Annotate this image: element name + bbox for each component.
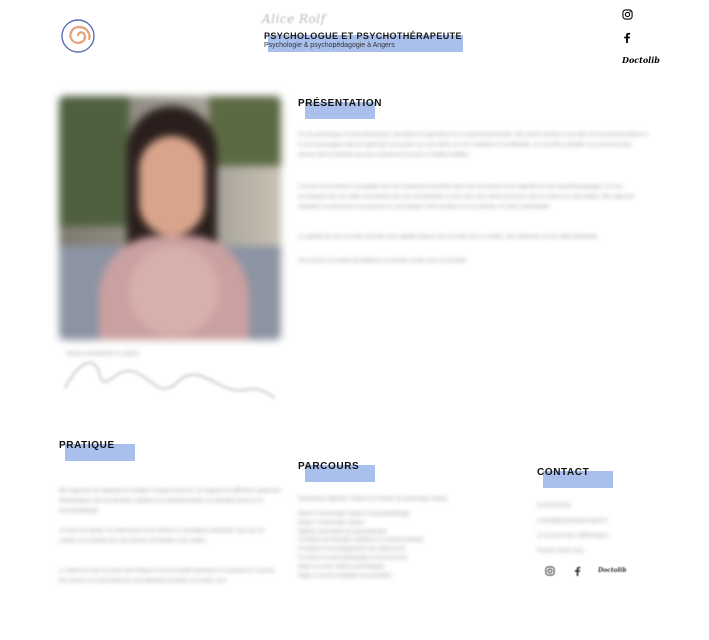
contact-doctolib-link[interactable]: Doctolib xyxy=(598,567,626,574)
parcours-list: Master 2 Psychologie clinique et psychop… xyxy=(298,510,520,580)
page-title: PSYCHOLOGUE ET PSYCHOTHÉRAPEUTE xyxy=(264,31,462,41)
contact-phone[interactable]: 06 00 00 00 00 xyxy=(537,503,570,509)
facebook-icon xyxy=(574,566,580,576)
instagram-icon xyxy=(545,566,555,576)
contact-email[interactable]: contact@psychologue-angers.fr xyxy=(537,518,608,524)
contact-appointment[interactable]: Prendre rendez-vous xyxy=(537,548,584,554)
parcours-item: Formation aux thérapies cognitives et co… xyxy=(298,537,424,544)
parcours-item: Formation à l'accompagnement des adolesc… xyxy=(298,546,406,553)
presentation-paragraph-2: C'est lors de la première consultation q… xyxy=(298,184,635,210)
parcours-title: PARCOURS xyxy=(298,461,360,472)
presentation-paragraph-4: Vous pouvez me joindre par téléphone ou … xyxy=(298,258,467,264)
contact-facebook-link[interactable] xyxy=(570,564,584,578)
parcours-item: Diplôme universitaire de psychothérapie xyxy=(298,528,387,535)
decorative-squiggle xyxy=(64,361,276,399)
parcours-item: Master 1 Psychologie clinique xyxy=(298,519,365,526)
parcours-intro: Psychologue diplômée, titulaire d'un Mas… xyxy=(298,496,450,502)
parcours-item: Formation en psychopédagogie et neurosci… xyxy=(298,554,408,561)
page-subtitle: Psychologie & psychopédagogie à Angers xyxy=(264,42,395,49)
contact-title: CONTACT xyxy=(537,467,590,478)
facebook-link[interactable] xyxy=(620,30,634,44)
pratique-paragraph-1: Mon approche est intégrative et s'adapte… xyxy=(59,488,281,514)
doctolib-link[interactable]: Doctolib xyxy=(622,55,660,65)
signature: Alice Rolf xyxy=(262,12,326,26)
logo-icon[interactable] xyxy=(58,16,98,56)
parcours-item: Stage en service hospitalier de psychiat… xyxy=(298,572,392,579)
pratique-paragraph-2: Je reçois les adultes, les adolescents e… xyxy=(59,528,265,544)
pratique-paragraph-3: Le cabinet se situe au centre ville d'An… xyxy=(59,568,276,584)
instagram-icon xyxy=(621,8,633,20)
presentation-title: PRÉSENTATION xyxy=(298,98,383,109)
instagram-link[interactable] xyxy=(620,7,634,21)
presentation-paragraph-1: Je suis psychologue et psychothérapeute,… xyxy=(298,132,648,158)
parcours-item: Stage au centre médico-psychologique xyxy=(298,563,385,570)
facebook-icon xyxy=(624,32,631,43)
portrait-photo xyxy=(59,96,281,340)
contact-instagram-link[interactable] xyxy=(543,564,557,578)
pratique-title: PRATIQUE xyxy=(59,440,115,451)
contact-address: 12 rue de la Paix, 49000 Angers xyxy=(537,533,609,539)
presentation-paragraph-3: La capacité de vous accorder du temps vo… xyxy=(298,234,599,240)
parcours-item: Master 2 Psychologie clinique et psychop… xyxy=(298,511,411,517)
